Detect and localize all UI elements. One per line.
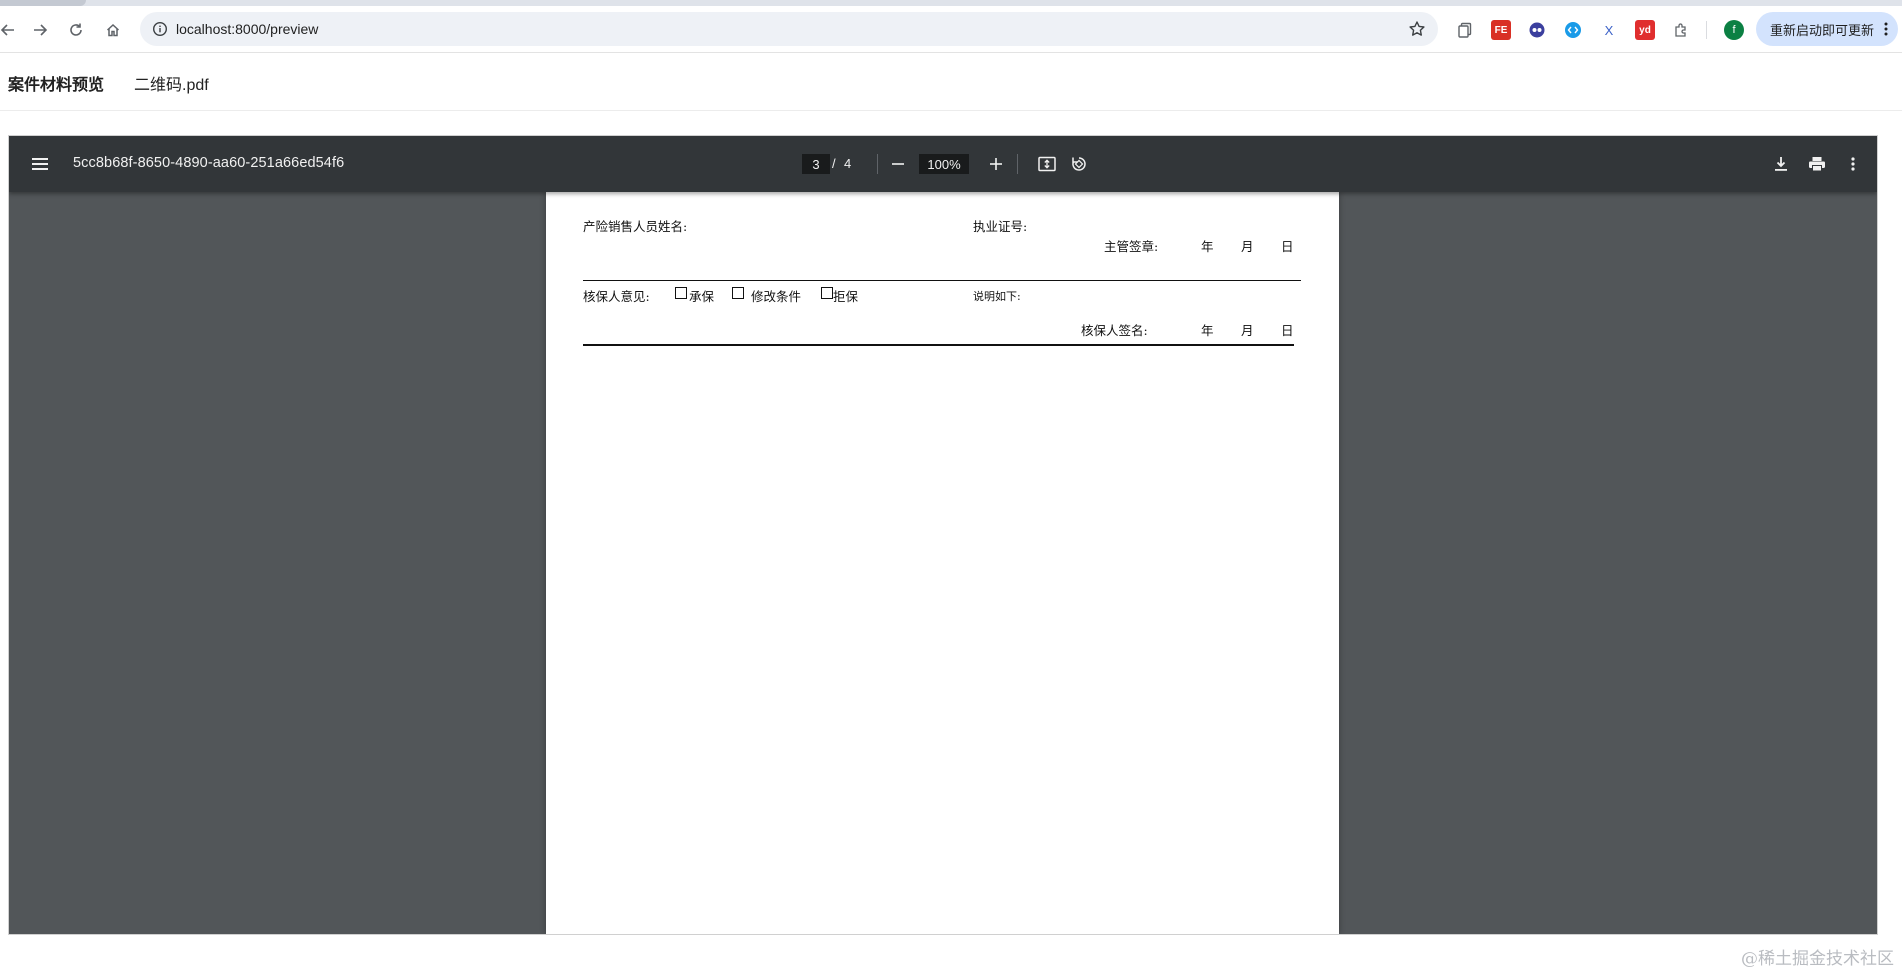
- day-label: 日: [1281, 323, 1294, 338]
- profile-avatar[interactable]: f: [1724, 20, 1744, 40]
- home-icon[interactable]: [99, 16, 127, 44]
- checkbox-reject: [821, 287, 833, 299]
- address-bar[interactable]: localhost:8000/preview: [140, 12, 1438, 46]
- file-name: 二维码.pdf: [134, 77, 209, 94]
- watermark: @稀土掘金技术社区: [1741, 949, 1894, 969]
- document-title: 5cc8b68f-8650-4890-aa60-251a66ed54f6: [73, 155, 345, 171]
- pdf-page: 产险销售人员姓名: 执业证号: 主管签章: 年 月 日 核保人意见: 承保 修改…: [546, 192, 1339, 934]
- supervisor-sign-label: 主管签章:: [1104, 239, 1159, 254]
- more-options-icon[interactable]: [1841, 152, 1865, 176]
- checkbox-modify: [732, 287, 744, 299]
- fit-page-icon[interactable]: [1035, 152, 1059, 176]
- day-label: 日: [1281, 239, 1294, 254]
- zoom-in-icon[interactable]: [984, 152, 1008, 176]
- eyes-icon[interactable]: [1527, 20, 1547, 40]
- month-label: 月: [1241, 323, 1254, 338]
- page-title: 案件材料预览: [8, 77, 105, 94]
- divider-line: [583, 280, 1301, 281]
- checkbox-accept: [675, 287, 687, 299]
- app-header: 案件材料预览 二维码.pdf: [0, 53, 1902, 111]
- option-reject: 拒保: [833, 289, 859, 304]
- page-total: 4: [844, 156, 852, 171]
- month-label: 月: [1241, 239, 1254, 254]
- puzzle-icon[interactable]: [1671, 20, 1691, 40]
- zoom-input[interactable]: 100%: [919, 154, 969, 174]
- toolbar-divider: [1017, 154, 1018, 174]
- year-label: 年: [1201, 323, 1214, 338]
- code-icon[interactable]: [1563, 20, 1583, 40]
- back-icon[interactable]: [0, 16, 22, 44]
- forward-icon[interactable]: [26, 16, 54, 44]
- divider-line: [583, 344, 1294, 346]
- option-modify: 修改条件: [751, 289, 802, 304]
- license-label: 执业证号:: [973, 219, 1028, 234]
- site-info-icon[interactable]: [152, 21, 168, 37]
- update-button[interactable]: 重新启动即可更新: [1756, 12, 1898, 46]
- toolbar-divider: [1706, 21, 1707, 39]
- page-number-input[interactable]: 3: [802, 154, 830, 174]
- underwriter-sign-label: 核保人签名:: [1081, 323, 1148, 338]
- browser-toolbar: localhost:8000/preview FE X yd f 重新启动即可更…: [0, 6, 1902, 53]
- option-accept: 承保: [689, 289, 715, 304]
- toolbar-divider: [877, 154, 878, 174]
- salesperson-label: 产险销售人员姓名:: [583, 219, 688, 234]
- update-button-label: 重新启动即可更新: [1770, 22, 1875, 38]
- menu-icon[interactable]: [29, 152, 53, 176]
- download-icon[interactable]: [1769, 152, 1793, 176]
- copy-icon[interactable]: [1455, 20, 1475, 40]
- bookmark-star-icon[interactable]: [1408, 20, 1426, 38]
- underwriter-opinion-label: 核保人意见:: [583, 289, 650, 304]
- kebab-menu-icon[interactable]: [1884, 21, 1888, 37]
- reload-icon[interactable]: [62, 16, 90, 44]
- year-label: 年: [1201, 239, 1214, 254]
- yd-icon[interactable]: yd: [1635, 20, 1655, 40]
- pdf-viewer: 5cc8b68f-8650-4890-aa60-251a66ed54f6 3 /…: [8, 135, 1878, 935]
- document-canvas[interactable]: 产险销售人员姓名: 执业证号: 主管签章: 年 月 日 核保人意见: 承保 修改…: [9, 192, 1877, 934]
- url-text[interactable]: localhost:8000/preview: [176, 21, 318, 37]
- rotate-icon[interactable]: [1067, 152, 1091, 176]
- pdf-toolbar: 5cc8b68f-8650-4890-aa60-251a66ed54f6 3 /…: [9, 136, 1877, 192]
- zoom-out-icon[interactable]: [886, 152, 910, 176]
- x-icon[interactable]: X: [1599, 20, 1619, 40]
- page-separator: /: [832, 156, 836, 171]
- explanation-label: 说明如下:: [973, 290, 1021, 303]
- print-icon[interactable]: [1805, 152, 1829, 176]
- fe-icon[interactable]: FE: [1491, 20, 1511, 40]
